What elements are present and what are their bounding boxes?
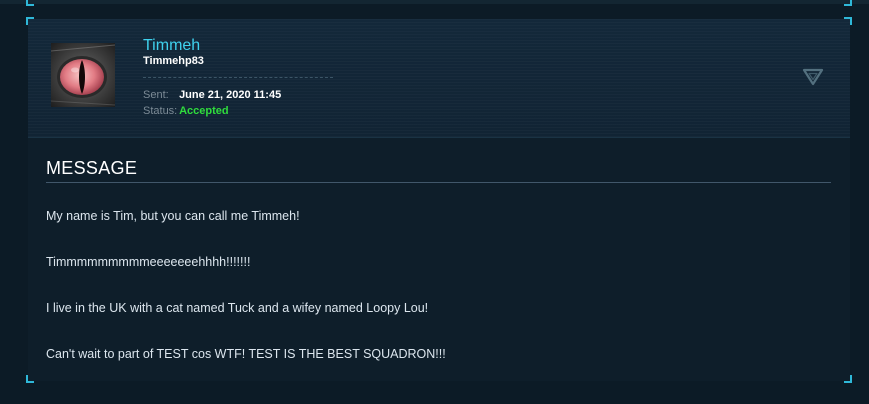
triangle-down-icon xyxy=(802,68,824,86)
corner-accent xyxy=(844,0,852,6)
message-paragraph: My name is Tim, but you can call me Timm… xyxy=(46,209,300,223)
message-paragraph: Timmmmmmmmmeeeeeeehhhh!!!!!!! xyxy=(46,255,251,269)
corner-accent xyxy=(26,0,34,6)
avatar-frame xyxy=(46,38,120,112)
sender-handle: Timmehp83 xyxy=(143,55,204,67)
header-divider xyxy=(143,77,333,78)
status-row: Status: Accepted xyxy=(143,105,229,117)
message-paragraph: Can't wait to part of TEST cos WTF! TEST… xyxy=(46,347,446,361)
application-message-card: Timmeh Timmehp83 Sent: June 21, 2020 11:… xyxy=(28,19,850,381)
sender-header: Timmeh Timmehp83 Sent: June 21, 2020 11:… xyxy=(28,19,850,138)
top-strip xyxy=(0,0,869,4)
message-heading: MESSAGE xyxy=(46,158,138,178)
sender-name[interactable]: Timmeh xyxy=(143,37,200,55)
collapse-toggle-button[interactable] xyxy=(802,67,824,87)
sent-timestamp: June 21, 2020 11:45 xyxy=(179,89,282,101)
sent-row: Sent: June 21, 2020 11:45 xyxy=(143,89,281,101)
avatar[interactable] xyxy=(51,43,115,107)
sent-label: Sent: xyxy=(143,89,169,101)
cat-eye-icon xyxy=(51,43,115,107)
status-badge: Accepted xyxy=(179,105,229,117)
heading-rule xyxy=(46,182,831,183)
status-label: Status: xyxy=(143,105,178,117)
message-paragraph: I live in the UK with a cat named Tuck a… xyxy=(46,301,429,315)
application-page: Timmeh Timmehp83 Sent: June 21, 2020 11:… xyxy=(0,0,869,404)
